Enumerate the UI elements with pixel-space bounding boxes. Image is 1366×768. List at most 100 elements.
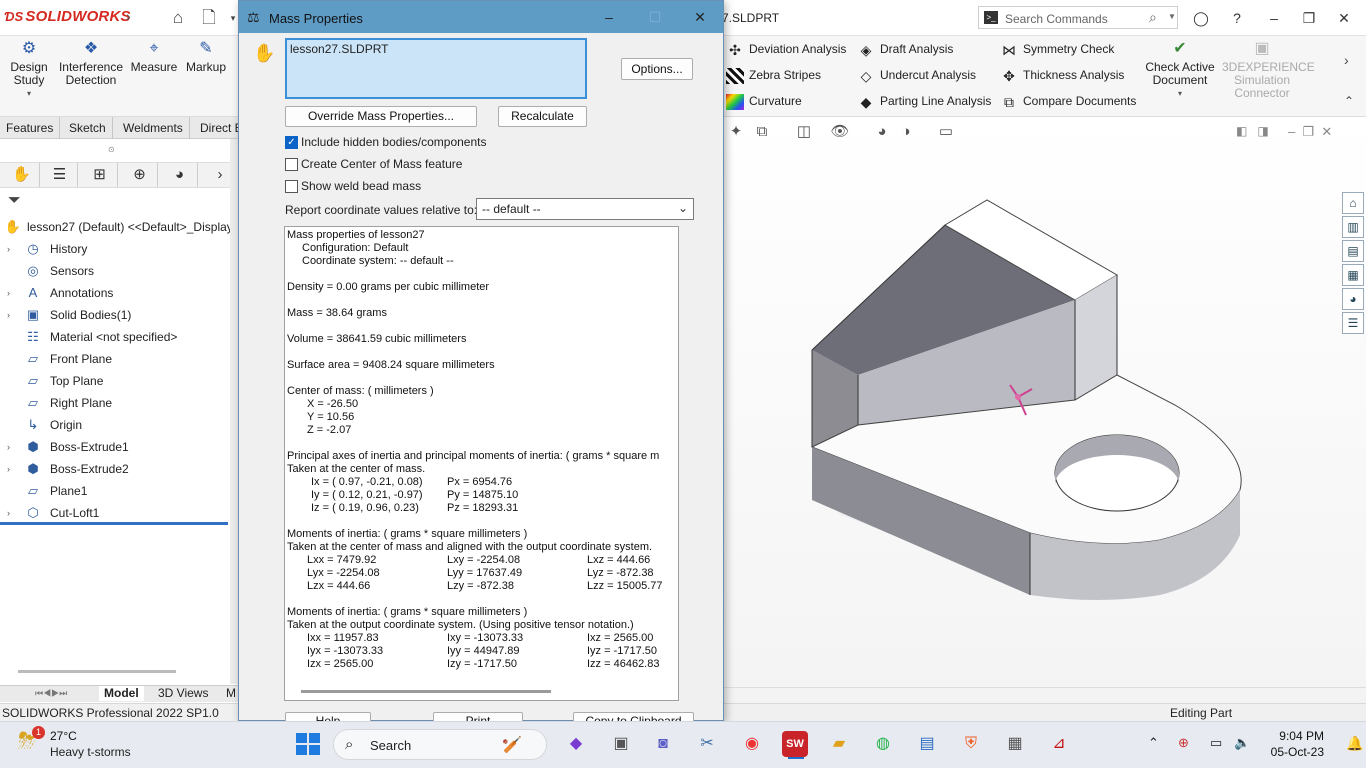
taskbar-search-input[interactable]: ⌕ Search 🏏 xyxy=(333,729,547,760)
measure-button[interactable]: ⌖ Measure xyxy=(130,40,178,74)
clock-date[interactable]: 05-Oct-23 xyxy=(1268,745,1324,759)
show-hidden-icons[interactable]: ⌃ xyxy=(1148,735,1159,751)
filter-icon[interactable]: ⏷ xyxy=(8,192,21,210)
tree-horizontal-scrollbar[interactable] xyxy=(18,670,176,673)
tab-features[interactable]: Features xyxy=(0,117,61,139)
search-icon[interactable]: ⌕ xyxy=(1149,9,1157,26)
check-active-document-button[interactable]: ✔ Check Active Document ▾ xyxy=(1145,40,1215,100)
interference-detection-button[interactable]: ❖ Interference Detection xyxy=(58,40,124,87)
configuration-manager-tab-icon[interactable]: ⊞ xyxy=(82,163,118,187)
split-view-icon[interactable]: ◧ ◨ xyxy=(1236,124,1269,138)
panel-splitter[interactable] xyxy=(230,139,238,684)
view-settings-icon[interactable]: ▭ xyxy=(936,122,956,142)
zebra-stripes-button[interactable]: Zebra Stripes xyxy=(726,65,821,85)
minimize-app-icon[interactable]: – xyxy=(1261,7,1287,29)
undercut-analysis-button[interactable]: ◇ Undercut Analysis xyxy=(857,65,976,85)
windows-start-icon[interactable] xyxy=(296,733,320,755)
design-study-button[interactable]: ⚙ Design Study ▾ xyxy=(6,40,52,100)
snipping-tool-icon[interactable]: ✂ xyxy=(694,731,720,757)
feature-tree-tab-icon[interactable]: ✋ xyxy=(4,163,40,187)
collapse-ribbon-icon[interactable]: ⌃ xyxy=(1344,94,1354,108)
options-button[interactable]: Options... xyxy=(621,58,693,80)
compare-documents-button[interactable]: ⧉ Compare Documents xyxy=(1000,91,1136,111)
solidworks-logo[interactable]: ƊS SOLIDWORKS xyxy=(4,8,131,25)
panel-grip-icon[interactable]: ⊙ xyxy=(108,145,115,154)
override-mass-properties-button[interactable]: Override Mass Properties... xyxy=(285,106,477,127)
curvature-button[interactable]: Curvature xyxy=(726,91,802,111)
search-commands-input[interactable]: >_ Search Commands ⌕ ▼ xyxy=(978,6,1178,29)
expand-icon[interactable]: › xyxy=(7,304,10,326)
display-manager-tab-icon[interactable]: ◕ xyxy=(162,163,198,187)
tab-sketch[interactable]: Sketch xyxy=(63,117,113,139)
edit-appearance-icon[interactable]: ◕ xyxy=(872,122,892,142)
thickness-analysis-button[interactable]: ✥ Thickness Analysis xyxy=(1000,65,1124,85)
clock-time[interactable]: 9:04 PM xyxy=(1268,729,1324,743)
weather-condition[interactable]: Heavy t-storms xyxy=(50,745,131,759)
restore-app-icon[interactable]: ❐ xyxy=(1296,7,1322,29)
dimxpert-tab-icon[interactable]: ⊕ xyxy=(122,163,158,187)
rollback-bar[interactable] xyxy=(0,522,228,525)
mass-properties-results[interactable]: Mass properties of lesson27 Configuratio… xyxy=(284,226,679,701)
tab-weldments[interactable]: Weldments xyxy=(117,117,190,139)
weather-temperature[interactable]: 27°C xyxy=(50,729,77,743)
solidworks-taskbar-icon[interactable]: SW xyxy=(782,731,808,757)
markup-button[interactable]: ✎ Markup xyxy=(184,40,228,74)
coordinate-system-select[interactable]: -- default -- ⌄ xyxy=(476,198,694,220)
results-horizontal-scrollbar[interactable] xyxy=(301,690,551,693)
dialog-minimize-icon[interactable]: – xyxy=(597,8,621,26)
dialog-title-bar[interactable]: ⚖ Mass Properties – ☐ ✕ xyxy=(239,1,723,33)
appearances-icon[interactable]: ◕ xyxy=(1342,288,1364,310)
scene-icon[interactable]: ◑ xyxy=(896,122,916,142)
network-icon[interactable]: ▭ xyxy=(1210,735,1222,751)
search-dropdown-icon[interactable]: ▼ xyxy=(1168,12,1176,21)
zoom-to-fit-icon[interactable]: ✦ xyxy=(726,122,746,142)
dialog-close-icon[interactable]: ✕ xyxy=(688,8,712,26)
user-account-icon[interactable]: ◯ xyxy=(1188,7,1214,29)
brave-browser-icon[interactable]: ⛨ xyxy=(958,731,984,757)
property-manager-tab-icon[interactable]: ☰ xyxy=(42,163,78,187)
design-library-icon[interactable]: ▥ xyxy=(1342,216,1364,238)
expand-icon[interactable]: › xyxy=(7,436,10,458)
task-view-icon[interactable]: ▣ xyxy=(608,731,634,757)
recalculate-button[interactable]: Recalculate xyxy=(498,106,587,127)
viewport-window-controls[interactable]: – ❐ ✕ xyxy=(1288,124,1332,140)
new-document-icon[interactable]: 🗋 xyxy=(198,7,220,29)
draft-analysis-button[interactable]: ◈ Draft Analysis xyxy=(857,39,954,59)
file-explorer-taskbar-icon[interactable]: ▰ xyxy=(826,731,852,757)
close-app-icon[interactable]: ✕ xyxy=(1331,7,1357,29)
previous-view-icon[interactable]: ⧉ xyxy=(752,122,772,142)
ribbon-scroll-right-icon[interactable]: › xyxy=(1344,52,1349,68)
part-3d-model[interactable] xyxy=(780,185,1260,645)
tab-3d-views[interactable]: 3D Views xyxy=(153,686,213,701)
notepad-icon[interactable]: ▤ xyxy=(914,731,940,757)
menu-flyout-icon[interactable]: › xyxy=(126,8,131,24)
expand-icon[interactable]: › xyxy=(7,238,10,260)
selection-list[interactable]: lesson27.SLDPRT xyxy=(285,38,587,99)
view-orientation-icon[interactable]: ◫ xyxy=(794,122,814,142)
view-palette-icon[interactable]: ▦ xyxy=(1342,264,1364,286)
expand-icon[interactable]: › xyxy=(7,458,10,480)
notifications-icon[interactable]: 🔔 xyxy=(1346,735,1363,752)
symmetry-check-button[interactable]: ⋈ Symmetry Check xyxy=(1000,39,1114,59)
help-icon[interactable]: ? xyxy=(1224,7,1250,29)
chrome-icon[interactable]: ◉ xyxy=(739,731,765,757)
volume-icon[interactable]: 🔈 xyxy=(1234,735,1250,751)
hide-show-icon[interactable]: 👁 xyxy=(830,122,850,142)
parting-line-analysis-button[interactable]: ◆ Parting Line Analysis xyxy=(857,91,992,111)
acrobat-icon[interactable]: ⊿ xyxy=(1046,731,1072,757)
tab-model[interactable]: Model xyxy=(99,686,144,701)
language-icon[interactable]: ⊕ xyxy=(1178,735,1189,751)
home-icon[interactable]: ⌂ xyxy=(167,7,189,29)
expand-icon[interactable]: › xyxy=(7,282,10,304)
custom-properties-icon[interactable]: ☰ xyxy=(1342,312,1364,334)
deviation-analysis-button[interactable]: ✣ Deviation Analysis xyxy=(726,39,846,59)
whatsapp-icon[interactable]: ◍ xyxy=(870,731,896,757)
copilot-icon[interactable]: ◆ xyxy=(563,731,589,757)
calculator-icon[interactable]: ▦ xyxy=(1002,731,1028,757)
tab-scroll-arrows-icon[interactable]: ⏮◀▶⏭ xyxy=(30,686,72,701)
simulation-connector-button[interactable]: ▣ 3DEXPERIENCE Simulation Connector xyxy=(1222,40,1315,100)
file-explorer-icon[interactable]: ▤ xyxy=(1342,240,1364,262)
expand-icon[interactable]: › xyxy=(7,502,10,524)
home-pane-icon[interactable]: ⌂ xyxy=(1342,192,1364,214)
teams-chat-icon[interactable]: ◙ xyxy=(650,731,676,757)
